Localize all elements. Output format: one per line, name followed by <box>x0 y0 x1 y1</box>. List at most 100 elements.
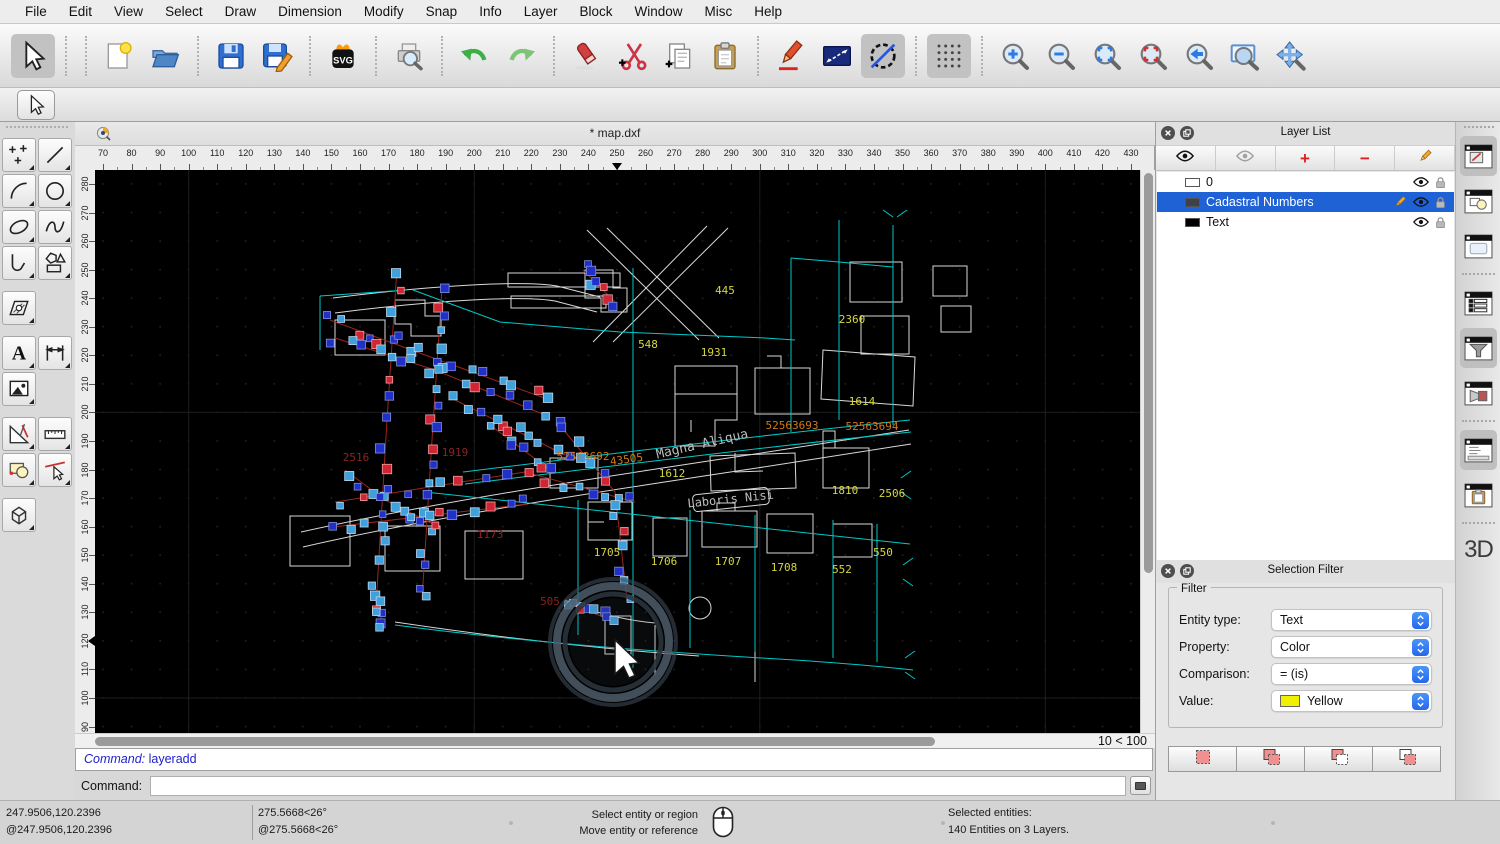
svg-export-button[interactable]: SVG <box>321 34 365 78</box>
dock-command-button[interactable] <box>1460 430 1497 470</box>
layer-row-0[interactable]: 0 <box>1157 172 1454 192</box>
select-tool-button[interactable] <box>11 33 55 78</box>
filter-property-dropdown[interactable]: Color <box>1271 636 1432 658</box>
points-tool-button[interactable] <box>2 138 36 172</box>
horizontal-scrollbar[interactable]: 10 < 100 <box>75 733 1155 748</box>
redo-button[interactable] <box>499 34 543 78</box>
remove-layer-button[interactable]: − <box>1335 146 1396 170</box>
layer-lock-icon[interactable] <box>1435 196 1454 209</box>
dock-layers-button[interactable] <box>1460 283 1497 323</box>
new-file-button[interactable] <box>97 34 141 78</box>
dock-drag-handle[interactable] <box>1464 126 1494 128</box>
dock-cone-button[interactable] <box>1460 373 1497 413</box>
layer-row-cadastral-numbers[interactable]: Cadastral Numbers <box>1157 192 1454 212</box>
box3d-tool-button[interactable] <box>2 498 36 532</box>
menu-bar: File Edit View Select Draw Dimension Modify Sna… <box>0 0 1500 24</box>
filter-entity-type-dropdown[interactable]: Text <box>1271 609 1432 631</box>
layer-lock-icon[interactable] <box>1435 176 1454 189</box>
dock-property-button[interactable] <box>1460 136 1497 176</box>
drawing-canvas[interactable]: 445 2360 548 1931 1614 1612 1810 2506 1705 1706 17… <box>95 170 1140 733</box>
menu-layer[interactable]: Layer <box>513 4 569 19</box>
block-tool-button[interactable] <box>2 453 36 487</box>
select-tool-option-button[interactable] <box>17 90 55 120</box>
measure-tool-button[interactable] <box>38 417 72 451</box>
cut-button[interactable] <box>611 34 655 78</box>
modify-tool-button[interactable] <box>2 417 36 451</box>
dock-clipboard-button[interactable] <box>1460 475 1497 515</box>
command-options-button[interactable] <box>1130 776 1151 795</box>
circle-tool-button[interactable] <box>38 174 72 208</box>
dock-blocks-button[interactable] <box>1460 181 1497 221</box>
paste-button[interactable] <box>703 34 747 78</box>
save-button[interactable] <box>209 34 253 78</box>
print-preview-button[interactable] <box>387 34 431 78</box>
edit-layer-button[interactable] <box>1395 146 1455 170</box>
document-titlebar[interactable]: * map.dxf <box>75 122 1155 146</box>
layer-lock-icon[interactable] <box>1435 216 1454 229</box>
layer-visibility-icon[interactable] <box>1413 216 1429 228</box>
layer-row-text[interactable]: Text <box>1157 212 1454 232</box>
menu-dimension[interactable]: Dimension <box>267 4 353 19</box>
select-tool-tool-button[interactable] <box>38 453 72 487</box>
dock-3d-label[interactable]: 3D <box>1456 536 1500 564</box>
menu-info[interactable]: Info <box>468 4 513 19</box>
vertical-scrollbar-thumb[interactable] <box>1144 173 1153 573</box>
eye-all-button[interactable] <box>1156 146 1216 170</box>
zoom-in-button[interactable] <box>993 34 1037 78</box>
save-as-button[interactable] <box>255 34 299 78</box>
pan-button[interactable] <box>1269 34 1313 78</box>
filter-add-button[interactable] <box>1236 746 1305 772</box>
command-input[interactable] <box>150 775 1126 796</box>
dock-view-button[interactable] <box>1460 226 1497 266</box>
hatch-tool-button[interactable] <box>2 291 36 325</box>
eye-none-button[interactable] <box>1215 146 1276 170</box>
arc-tool-button[interactable] <box>2 174 36 208</box>
copy-button[interactable] <box>657 34 701 78</box>
horizontal-scrollbar-thumb[interactable] <box>95 737 935 746</box>
layer-visibility-icon[interactable] <box>1413 196 1429 208</box>
layer-edit-pencil-icon[interactable] <box>1393 195 1407 209</box>
palette-drag-handle[interactable] <box>6 126 68 128</box>
construction-mode-button[interactable] <box>861 33 905 78</box>
filter-replace-button[interactable] <box>1168 746 1237 772</box>
image-tool-button[interactable] <box>2 372 36 406</box>
delete-button[interactable] <box>565 34 609 78</box>
grid-toggle-button[interactable] <box>927 33 971 78</box>
zoom-auto-icon <box>1091 40 1123 72</box>
menu-window[interactable]: Window <box>624 4 694 19</box>
polyline-tool-button[interactable] <box>2 246 36 280</box>
menu-snap[interactable]: Snap <box>415 4 469 19</box>
menu-edit[interactable]: Edit <box>58 4 103 19</box>
text-tool-button[interactable]: A <box>2 336 36 370</box>
add-layer-button[interactable]: + <box>1275 146 1336 170</box>
menu-modify[interactable]: Modify <box>353 4 415 19</box>
spline-tool-button[interactable] <box>38 210 72 244</box>
zoom-selection-button[interactable] <box>1131 34 1175 78</box>
zoom-previous-button[interactable] <box>1177 34 1221 78</box>
layer-visibility-icon[interactable] <box>1413 176 1429 188</box>
menu-file[interactable]: File <box>14 4 58 19</box>
menu-select[interactable]: Select <box>154 4 214 19</box>
vertical-scrollbar[interactable] <box>1140 170 1155 733</box>
draw-order-button[interactable] <box>769 34 813 78</box>
menu-help[interactable]: Help <box>743 4 793 19</box>
zoom-window-button[interactable] <box>1223 34 1267 78</box>
zoom-auto-button[interactable] <box>1085 34 1129 78</box>
dimension-tool-tool-button[interactable] <box>38 336 72 370</box>
open-file-button[interactable] <box>143 34 187 78</box>
filter-intersect-button[interactable] <box>1372 746 1441 772</box>
filter-remove-button[interactable] <box>1304 746 1373 772</box>
filter-comparison-dropdown[interactable]: = (is) <box>1271 663 1432 685</box>
dock-filter-button[interactable] <box>1460 328 1497 368</box>
menu-draw[interactable]: Draw <box>214 4 268 19</box>
undo-button[interactable] <box>453 34 497 78</box>
filter-value-dropdown[interactable]: Yellow <box>1271 690 1432 712</box>
dimension-button[interactable] <box>815 34 859 78</box>
menu-view[interactable]: View <box>103 4 154 19</box>
menu-block[interactable]: Block <box>569 4 624 19</box>
ellipse-tool-button[interactable] <box>2 210 36 244</box>
line-tool-button[interactable] <box>38 138 72 172</box>
menu-misc[interactable]: Misc <box>694 4 744 19</box>
shapes-tool-button[interactable] <box>38 246 72 280</box>
zoom-out-button[interactable] <box>1039 34 1083 78</box>
